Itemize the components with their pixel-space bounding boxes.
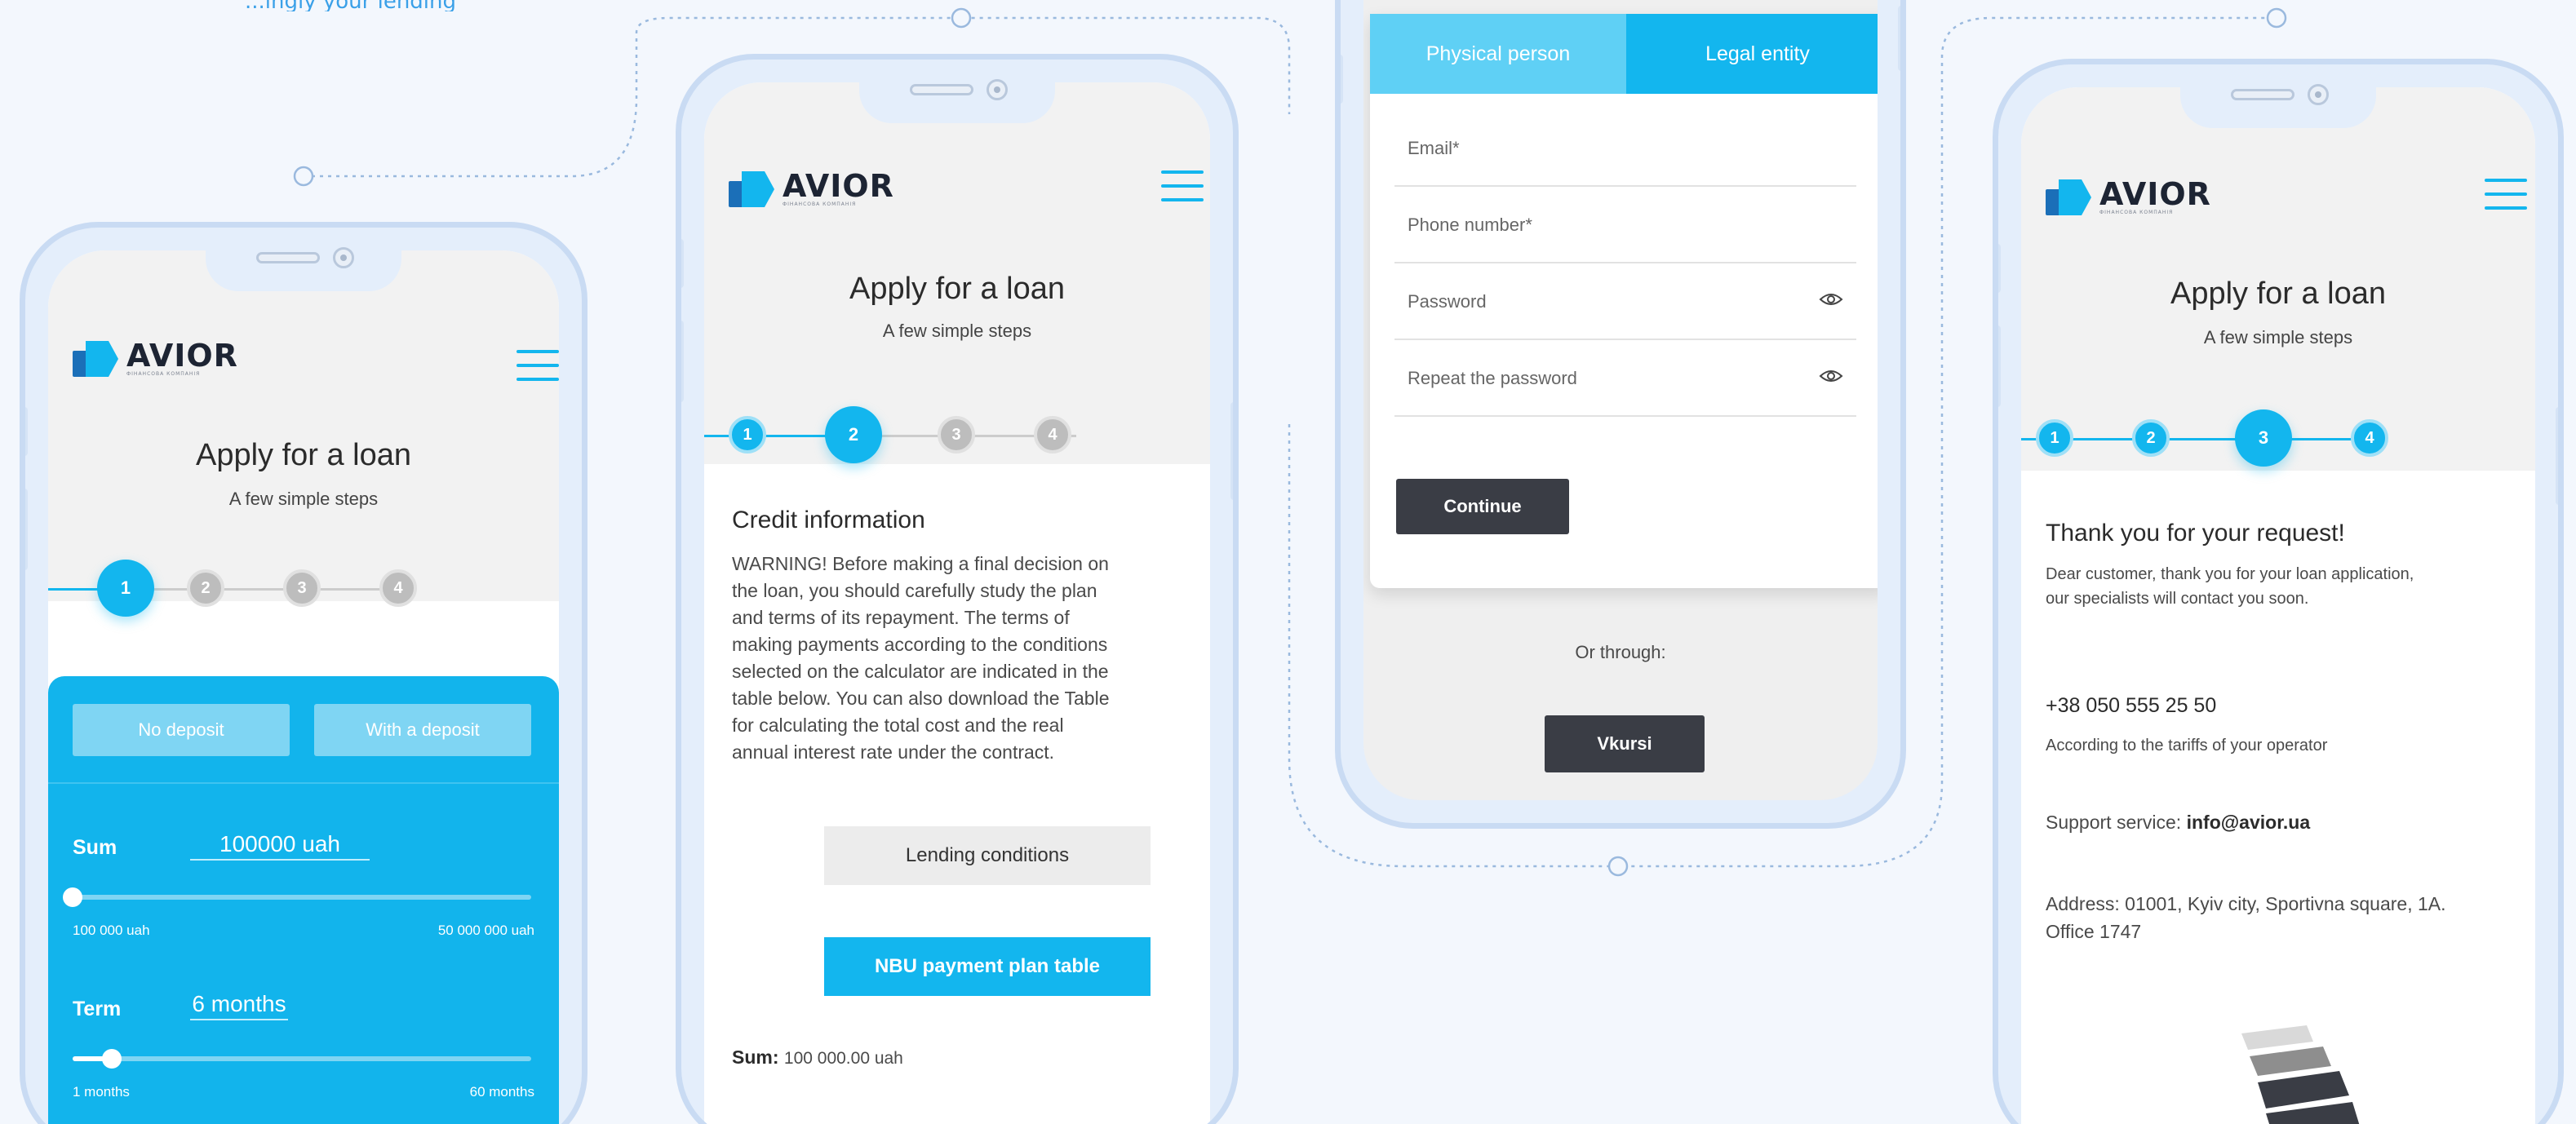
sum-slider-handle[interactable] [63, 887, 82, 907]
sum-slider[interactable] [63, 887, 531, 907]
phone-screen: AVIOR ФІНАНСОВА КОМПАНІЯ Apply for a loa… [704, 82, 1210, 1124]
repeat-password-placeholder: Repeat the password [1408, 368, 1577, 388]
stepper: 1 2 3 4 [48, 555, 559, 621]
page-subtitle: A few simple steps [2203, 327, 2353, 347]
password-field[interactable]: Password [1394, 273, 1856, 340]
thank-you-text: Dear customer, thank you for your loan a… [2046, 565, 2414, 608]
loan-calculator: No deposit With a deposit Sum 100000 uah… [48, 676, 559, 1124]
phone-screen-step-1: AVIOR ФІНАНСОВА КОМПАНІЯ Apply for a loa… [20, 222, 587, 1124]
logo-tagline: ФІНАНСОВА КОМПАНІЯ [126, 371, 201, 377]
support-label: Support service: [2046, 812, 2187, 833]
eye-icon[interactable] [1819, 368, 1843, 384]
phone-placeholder: Phone number* [1408, 215, 1532, 235]
registration-form: Physical person Legal entity Email* Phon… [1370, 14, 1878, 588]
phone-screen: AVIOR ФІНАНСОВА КОМПАНІЯ Apply for a loa… [2021, 87, 2535, 1124]
logo[interactable]: AVIOR ФІНАНСОВА КОМПАНІЯ [2046, 179, 2211, 216]
hamburger-menu-icon[interactable] [2485, 179, 2527, 210]
logo-wordmark: AVIOR [783, 168, 894, 204]
sum-max: 50 000 000 uah [437, 923, 534, 938]
sum-label: Sum [73, 836, 117, 859]
term-slider[interactable] [73, 1049, 531, 1069]
sum-input[interactable]: 100000 uah [190, 831, 370, 861]
support-service: Support service: info@avior.ua [2046, 812, 2310, 834]
phone-notch [2180, 64, 2376, 128]
repeat-password-field[interactable]: Repeat the password [1394, 350, 1856, 417]
phone-screen: AVIOR ФІНАНСОВА КОМПАНІЯ Apply for a loa… [48, 250, 559, 1124]
phone-screen-step-3: AVIOR ФІНАНСОВА КОМПАНІЯ Apply for a loa… [1993, 59, 2564, 1124]
hamburger-menu-icon[interactable] [517, 350, 559, 381]
contact-phone[interactable]: +38 050 555 25 50 [2046, 694, 2216, 718]
logo[interactable]: AVIOR ФІНАНСОВА КОМПАНІЯ [73, 340, 238, 378]
term-label: Term [73, 998, 122, 1020]
lending-conditions-button[interactable]: Lending conditions [824, 826, 1151, 885]
sum-summary-value: 100 000.00 uah [783, 1049, 903, 1068]
term-max: 60 months [469, 1084, 534, 1100]
avior-emblem-icon [2241, 1025, 2360, 1124]
avior-logo-icon [73, 341, 120, 377]
step-2[interactable]: 2 [2132, 419, 2170, 457]
or-through-label: Or through: [1575, 642, 1666, 662]
sum-summary-label: Sum: [732, 1047, 779, 1068]
office-address: Address: 01001, Kyiv city, Sportivna squ… [2046, 893, 2446, 942]
eye-icon[interactable] [1819, 291, 1843, 308]
phone-number-field[interactable]: Phone number* [1394, 197, 1856, 263]
step-3[interactable]: 3 [938, 416, 975, 454]
email-field[interactable]: Email* [1394, 120, 1856, 187]
step-3[interactable]: 3 [2235, 409, 2292, 467]
hamburger-menu-icon[interactable] [1161, 170, 1204, 201]
step-2[interactable]: 2 [825, 406, 882, 463]
term-slider-handle[interactable] [101, 1049, 122, 1069]
stepper: 1 2 3 4 [704, 402, 1210, 467]
phone-screen-step-2: AVIOR ФІНАНСОВА КОМПАНІЯ Apply for a loa… [676, 54, 1239, 1124]
logo[interactable]: AVIOR ФІНАНСОВА КОМПАНІЯ [729, 170, 894, 208]
term-input[interactable]: 6 months [190, 991, 288, 1020]
phone-screen: Physical person Legal entity Email* Phon… [1363, 0, 1878, 800]
term-min: 1 months [73, 1084, 130, 1100]
sum-min: 100 000 uah [73, 923, 150, 938]
step-1[interactable]: 1 [97, 560, 154, 617]
thank-you-title: Thank you for your request! [2046, 520, 2345, 547]
logo-tagline: ФІНАНСОВА КОМПАНІЯ [2099, 210, 2174, 215]
step-4[interactable]: 4 [1034, 416, 1071, 454]
stepper: 1 2 3 4 [2021, 405, 2535, 471]
step-1[interactable]: 1 [2036, 419, 2073, 457]
step-4[interactable]: 4 [2351, 419, 2388, 457]
tab-legal-entity[interactable]: Legal entity [1626, 14, 1878, 94]
vkursi-button[interactable]: Vkursi [1545, 715, 1705, 772]
support-email-link[interactable]: info@avior.ua [2187, 812, 2311, 833]
sum-summary: Sum: 100 000.00 uah [732, 1047, 903, 1069]
logo-wordmark: AVIOR [2099, 176, 2211, 212]
credit-info-title: Credit information [732, 507, 925, 533]
avior-logo-icon [729, 171, 776, 207]
phone-screen-registration: Physical person Legal entity Email* Phon… [1335, 0, 1906, 829]
tab-physical-person[interactable]: Physical person [1370, 14, 1626, 94]
page-subtitle: A few simple steps [882, 321, 1032, 341]
page-title: Apply for a loan [2170, 277, 2387, 311]
header-area [48, 250, 559, 601]
continue-button[interactable]: Continue [1396, 479, 1569, 534]
step-1[interactable]: 1 [729, 416, 766, 454]
page-title: Apply for a loan [195, 438, 412, 472]
step-3[interactable]: 3 [283, 569, 321, 607]
password-placeholder: Password [1408, 291, 1487, 312]
logo-tagline: ФІНАНСОВА КОМПАНІЯ [783, 201, 857, 207]
page-title: Apply for a loan [849, 272, 1066, 306]
tab-with-deposit[interactable]: With a deposit [314, 704, 531, 756]
phone-notch [859, 60, 1055, 123]
email-placeholder: Email* [1408, 138, 1460, 158]
logo-wordmark: AVIOR [126, 338, 238, 374]
step-4[interactable]: 4 [379, 569, 417, 607]
nbu-payment-plan-button[interactable]: NBU payment plan table [824, 937, 1151, 996]
phone-notch [206, 228, 401, 291]
page-subtitle: A few simple steps [228, 489, 379, 509]
avior-logo-icon [2046, 179, 2093, 215]
phone-tariff-note: According to the tariffs of your operato… [2046, 737, 2328, 754]
step-2[interactable]: 2 [187, 569, 224, 607]
tab-no-deposit[interactable]: No deposit [73, 704, 290, 756]
top-caption: ...ingly your lending [245, 0, 456, 11]
credit-warning-text: WARNING! Before making a final decision … [732, 553, 1110, 763]
